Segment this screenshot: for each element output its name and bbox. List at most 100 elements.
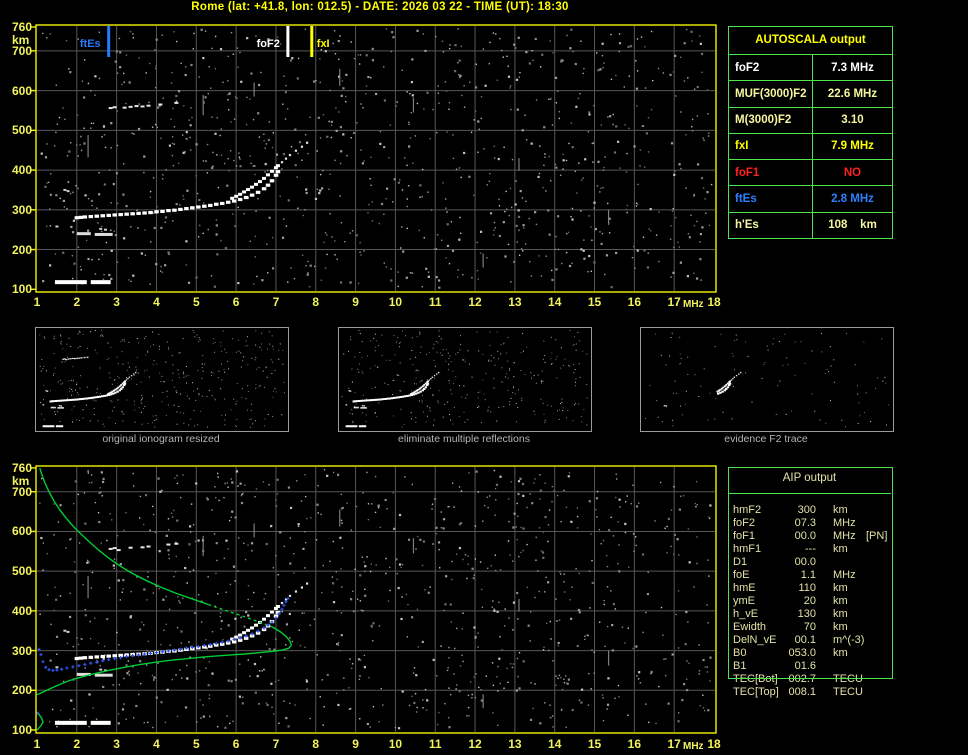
x-axis-tick-13: 13 xyxy=(508,737,522,751)
autoscala-row-foF2: foF2 7.3 MHz xyxy=(729,55,892,82)
x-axis-tick-18: 18 xyxy=(707,737,721,751)
x-axis-tick-2: 2 xyxy=(73,737,81,751)
thumbnail-eliminate-caption: eliminate multiple reflections xyxy=(398,433,530,445)
x-axis-tick-17: 17 xyxy=(667,295,681,309)
aip-value-ymE: 20 xyxy=(803,595,816,607)
autoscala-label-fxI: fxI xyxy=(729,133,813,160)
autoscala-value-fxI: 7.9 MHz xyxy=(831,140,874,153)
aip-value-h_vE: 130 xyxy=(797,608,816,620)
x-axis-tick-6: 6 xyxy=(232,295,240,309)
x-axis-tick-16: 16 xyxy=(627,737,642,751)
x-axis-tick-13: 13 xyxy=(508,295,522,309)
x-axis-tick-2: 2 xyxy=(73,295,81,309)
x-axis-tick-1: 1 xyxy=(33,295,41,309)
aip-value-foF2: 07.3 xyxy=(794,517,816,529)
x-axis-tick-9: 9 xyxy=(352,737,359,751)
plot-top xyxy=(31,24,717,293)
y-axis-tick-500: 500 xyxy=(11,564,32,579)
aip-value-DelN_vE: 00.1 xyxy=(794,634,816,646)
thumbnail-original-canvas xyxy=(39,330,285,428)
aip-unit-TEC[Top]: TECU xyxy=(833,686,863,698)
x-axis-tick-10: 10 xyxy=(388,737,403,751)
x-axis-tick-16: 16 xyxy=(627,295,642,309)
x-axis-tick-4: 4 xyxy=(153,737,160,751)
autoscala-label-h'Es: h'Es xyxy=(729,212,813,238)
x-axis-tick-14: 14 xyxy=(548,737,562,751)
aip-value-B1: 01.6 xyxy=(794,660,816,672)
aip-unit-hmE: km xyxy=(833,582,848,594)
y-axis-tick-100: 100 xyxy=(11,282,32,297)
y-axis-tick-200: 200 xyxy=(11,242,32,257)
x-axis-tick-7: 7 xyxy=(272,737,280,751)
aip-unit-TEC[Bot]: TECU xyxy=(833,673,863,685)
aip-value-TEC[Top]: 008.1 xyxy=(788,686,816,698)
autoscala-row-h'Es: h'Es 108 km xyxy=(729,212,892,238)
aip-extra-foF1: [PN] xyxy=(866,530,888,542)
aip-unit-Ewidth: km xyxy=(833,621,848,633)
aip-unit-foE: MHz xyxy=(833,569,856,581)
autoscala-output-table: AUTOSCALA output foF2 7.3 MHz MUF(3000)F2 2… xyxy=(728,26,893,239)
autoscala-row-M(3000)F2: M(3000)F2 3.10 xyxy=(729,107,892,134)
aip-unit-h_vE: km xyxy=(833,608,848,620)
aip-value-foE: 1.1 xyxy=(800,569,816,581)
autoscala-value-foF1: NO xyxy=(843,166,862,179)
y-axis-tick-700: 700 xyxy=(11,43,32,58)
autoscala-label-foF1: foF1 xyxy=(729,160,813,186)
aip-value-hmF2: 300 xyxy=(797,504,816,516)
x-axis-tick-4: 4 xyxy=(153,295,160,309)
x-axis-unit-mhz: MHz xyxy=(683,299,704,310)
window-title: Rome (lat: +41.8, lon: 012.5) - DATE: 20… xyxy=(191,1,569,13)
autoscala-table-title: AUTOSCALA output xyxy=(729,27,892,55)
autoscala-row-MUF(3000)F2: MUF(3000)F2 22.6 MHz xyxy=(729,81,892,108)
x-axis-unit-mhz: MHz xyxy=(683,741,704,752)
y-axis-tick-300: 300 xyxy=(11,202,32,217)
plot-bottom xyxy=(31,465,717,734)
aip-value-foF1: 00.0 xyxy=(794,530,816,542)
autoscala-label-MUF(3000)F2: MUF(3000)F2 xyxy=(729,81,813,107)
y-axis-tick-600: 600 xyxy=(11,83,32,98)
x-axis-tick-6: 6 xyxy=(232,737,240,751)
thumbnail-eliminate-canvas xyxy=(341,330,588,428)
y-axis-tick-600: 600 xyxy=(11,524,32,539)
aip-unit-B0: km xyxy=(833,647,848,659)
autoscala-label-M(3000)F2: M(3000)F2 xyxy=(729,107,813,133)
aip-table-title: AIP output xyxy=(782,472,837,484)
y-axis-tick-300: 300 xyxy=(11,643,32,658)
x-axis-tick-8: 8 xyxy=(312,737,320,751)
aip-value-B0: 053.0 xyxy=(788,647,816,659)
autoscala-label-ftEs: ftEs xyxy=(729,186,813,212)
y-axis-tick-400: 400 xyxy=(11,163,32,178)
autoscala-row-foF1: foF1 NO xyxy=(729,160,892,187)
aip-value-hmF1: --- xyxy=(805,543,816,555)
x-axis-tick-18: 18 xyxy=(707,295,721,309)
autoscala-value-M(3000)F2: 3.10 xyxy=(841,114,864,127)
aip-unit-DelN_vE: m^(-3) xyxy=(833,634,865,646)
autoscala-row-fxI: fxI 7.9 MHz xyxy=(729,133,892,161)
x-axis-tick-11: 11 xyxy=(428,737,442,751)
autoscala-row-ftEs: ftEs 2.8 MHz xyxy=(729,186,892,213)
thumbnail-original-ionogram xyxy=(35,327,289,432)
aip-value-D1: 00.0 xyxy=(794,556,816,568)
x-axis-tick-5: 5 xyxy=(192,295,200,309)
y-axis-tick-760: 760 xyxy=(11,20,32,34)
x-axis-tick-5: 5 xyxy=(192,737,200,751)
aip-header-divider xyxy=(728,493,891,494)
x-axis-tick-9: 9 xyxy=(352,295,359,309)
y-axis-unit-km: km xyxy=(12,473,30,488)
aip-unit-ymE: km xyxy=(833,595,848,607)
x-axis-tick-3: 3 xyxy=(113,737,120,751)
x-axis-tick-10: 10 xyxy=(388,295,403,309)
autoscala-label-foF2: foF2 xyxy=(729,55,813,81)
marker-foF2-label: foF2 xyxy=(256,38,280,50)
aip-unit-foF2: MHz xyxy=(833,517,856,529)
x-axis-tick-15: 15 xyxy=(587,295,602,309)
x-axis-tick-7: 7 xyxy=(272,295,280,309)
thumbnail-eliminate-reflections xyxy=(338,327,592,432)
x-axis-tick-12: 12 xyxy=(468,295,482,309)
autoscala-window: Rome (lat: +41.8, lon: 012.5) - DATE: 20… xyxy=(0,0,968,755)
autoscala-value-MUF(3000)F2: 22.6 MHz xyxy=(827,87,878,100)
y-axis-tick-700: 700 xyxy=(11,484,32,499)
y-axis-tick-500: 500 xyxy=(11,123,32,138)
x-axis-tick-14: 14 xyxy=(548,295,562,309)
aip-value-Ewidth: 70 xyxy=(803,621,816,633)
